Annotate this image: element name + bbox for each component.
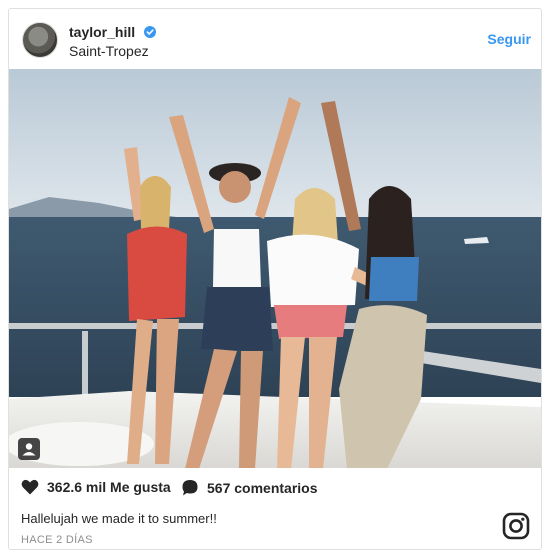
instagram-post-card: taylor_hill Saint-Tropez Seguir 362.6 mi…	[8, 8, 542, 550]
comments-text: 567 comentarios	[207, 480, 318, 496]
likes-text: 362.6 mil Me gusta	[47, 479, 171, 495]
post-photo[interactable]	[9, 69, 541, 468]
post-timestamp[interactable]: HACE 2 DÍAS	[21, 534, 93, 546]
likes-count[interactable]: 362.6 mil Me gusta	[21, 479, 171, 495]
comments-count[interactable]: 567 comentarios	[181, 479, 318, 497]
comment-bubble-icon	[182, 480, 198, 496]
follow-button[interactable]: Seguir	[487, 31, 531, 47]
post-header: taylor_hill Saint-Tropez Seguir	[9, 9, 541, 69]
location-link[interactable]: Saint-Tropez	[69, 43, 149, 59]
tagged-people-icon[interactable]	[17, 437, 41, 461]
heart-icon	[21, 479, 39, 495]
instagram-logo-icon[interactable]	[502, 512, 530, 540]
username-link[interactable]: taylor_hill	[69, 24, 157, 40]
post-caption: Hallelujah we made it to summer!!	[21, 511, 217, 526]
verified-badge-icon	[144, 25, 157, 38]
post-actions: 362.6 mil Me gusta 567 comentarios Halle…	[9, 468, 541, 549]
user-avatar[interactable]	[22, 22, 58, 58]
username-text[interactable]: taylor_hill	[69, 24, 135, 40]
